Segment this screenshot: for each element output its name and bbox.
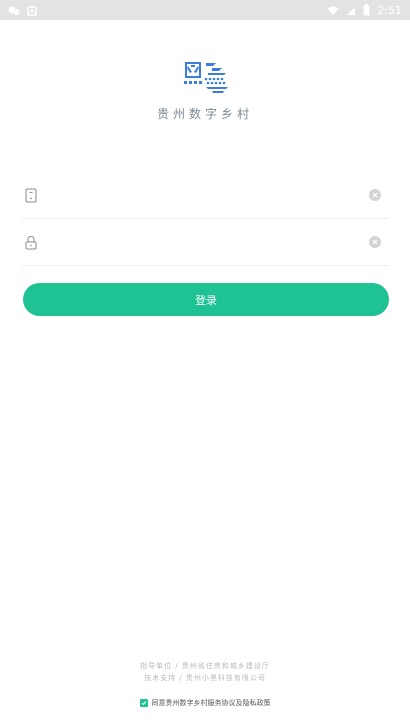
phone-input[interactable] bbox=[52, 180, 369, 210]
phone-icon bbox=[22, 186, 40, 204]
notification-icon bbox=[8, 1, 20, 20]
app-logo bbox=[182, 60, 230, 94]
footer-support: 技术支持 / 贵州小黑科技有限公司 bbox=[144, 674, 266, 682]
agreement-link[interactable]: 同意贵州数字乡村服务协议及隐私政策 bbox=[152, 698, 271, 708]
clear-icon[interactable] bbox=[369, 236, 381, 248]
agreement-checkbox[interactable] bbox=[139, 699, 148, 707]
status-right: 2:51 bbox=[327, 1, 402, 20]
password-field bbox=[22, 219, 389, 266]
battery-icon bbox=[363, 1, 370, 20]
status-time: 2:51 bbox=[377, 3, 402, 17]
status-left bbox=[8, 1, 37, 20]
footer-guidance: 指导单位 / 贵州省住房和城乡建设厅 bbox=[140, 662, 270, 670]
login-button[interactable]: 登录 bbox=[23, 283, 389, 316]
lock-icon bbox=[22, 233, 40, 251]
sim-icon bbox=[27, 1, 37, 20]
signal-icon bbox=[346, 1, 356, 20]
phone-field bbox=[22, 172, 389, 219]
wifi-icon bbox=[327, 1, 339, 20]
status-bar: 2:51 bbox=[0, 0, 410, 20]
password-input[interactable] bbox=[52, 227, 369, 257]
app-name: 贵州数字乡村 bbox=[156, 107, 253, 121]
clear-icon[interactable] bbox=[369, 189, 381, 201]
agreement-row: 同意贵州数字乡村服务协议及隐私政策 bbox=[0, 698, 410, 708]
